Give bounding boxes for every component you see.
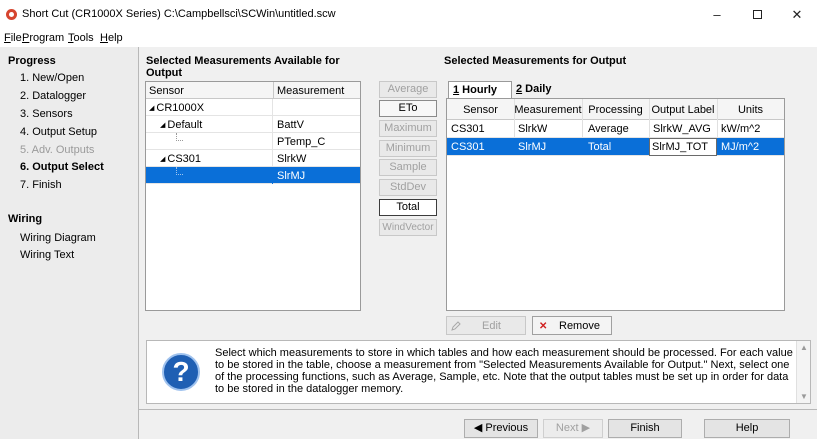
tree-header: Sensor Measurement: [146, 82, 360, 99]
tab-daily[interactable]: 2 Daily: [512, 81, 564, 98]
output-table[interactable]: Sensor Measurement Processing Output Lab…: [446, 98, 785, 311]
tree-row[interactable]: PTemp_C: [146, 133, 360, 150]
col-out-label: Output Label: [651, 104, 715, 116]
menu-tools[interactable]: Tools: [68, 32, 94, 44]
average-button: Average: [379, 81, 437, 98]
tree-connector: [176, 167, 183, 175]
menu-help[interactable]: Help: [100, 32, 123, 44]
windvector-button: WindVector: [379, 219, 437, 236]
scroll-up-icon[interactable]: ▲: [800, 343, 808, 352]
col-out-processing: Processing: [588, 104, 643, 116]
title-bar: Short Cut (CR1000X Series) C:\Campbellsc…: [0, 0, 817, 30]
step-datalogger[interactable]: 2. Datalogger: [20, 90, 86, 102]
col-out-units: Units: [737, 104, 764, 116]
expand-triangle-icon[interactable]: ◢: [149, 105, 154, 112]
available-title: Selected Measurements Available for Outp…: [146, 55, 340, 79]
col-sensor: Sensor: [149, 85, 184, 97]
remove-button[interactable]: ✕ Remove: [532, 316, 612, 335]
next-button: Next ▶: [543, 419, 603, 438]
edit-button: Edit: [446, 316, 526, 335]
tree-row[interactable]: ◢ CS301 SlrkW: [146, 150, 360, 167]
stddev-button: StdDev: [379, 179, 437, 196]
available-measurements-tree[interactable]: Sensor Measurement ◢ CR1000X ◢ Default Bat…: [145, 81, 361, 311]
total-button[interactable]: Total: [379, 199, 437, 216]
column-separator: [273, 82, 274, 99]
step-finish[interactable]: 7. Finish: [20, 179, 62, 191]
output-title: Selected Measurements for Output: [444, 55, 627, 67]
help-scrollbar[interactable]: ▲ ▼: [796, 341, 810, 403]
help-button[interactable]: Help: [704, 419, 790, 438]
pencil-icon: [451, 321, 461, 331]
step-output-setup[interactable]: 4. Output Setup: [20, 126, 97, 138]
col-out-measurement: Measurement: [514, 104, 582, 116]
menu-program[interactable]: Program: [22, 32, 64, 44]
window-title: Short Cut (CR1000X Series) C:\Campbellsc…: [22, 8, 336, 20]
output-label-edit-field[interactable]: SlrMJ_TOT: [649, 138, 717, 156]
tree-row[interactable]: ◢ CR1000X: [146, 99, 360, 116]
menu-bar: File Program Tools Help: [0, 30, 817, 47]
tree-row[interactable]: ◢ Default BattV: [146, 116, 360, 133]
tree-connector: [176, 133, 183, 141]
step-adv-outputs: 5. Adv. Outputs: [20, 144, 95, 156]
col-measurement: Measurement: [277, 85, 345, 97]
step-sensors[interactable]: 3. Sensors: [20, 108, 73, 120]
tree-row-selected[interactable]: SlrMJ: [146, 167, 360, 184]
help-text: Select which measurements to store in wh…: [215, 347, 793, 395]
remove-x-icon: ✕: [539, 321, 548, 332]
wiring-text-link[interactable]: Wiring Text: [20, 249, 74, 261]
expand-triangle-icon[interactable]: ◢: [160, 122, 165, 129]
close-button[interactable]: ✕: [777, 2, 817, 28]
scroll-down-icon[interactable]: ▼: [800, 392, 808, 401]
finish-button[interactable]: Finish: [608, 419, 682, 438]
question-mark-icon: ?: [162, 353, 200, 391]
col-out-sensor: Sensor: [463, 104, 498, 116]
expand-triangle-icon[interactable]: ◢: [160, 156, 165, 163]
step-new-open[interactable]: 1. New/Open: [20, 72, 84, 84]
eto-button[interactable]: ETo: [379, 100, 437, 117]
menu-file[interactable]: File: [4, 32, 22, 44]
output-table-header: Sensor Measurement Processing Output Lab…: [447, 99, 784, 120]
wiring-diagram-link[interactable]: Wiring Diagram: [20, 232, 96, 244]
progress-sidebar: Progress 1. New/Open 2. Datalogger 3. Se…: [0, 47, 138, 439]
progress-heading: Progress: [8, 55, 56, 67]
maximize-button[interactable]: [737, 2, 777, 28]
sample-button: Sample: [379, 159, 437, 176]
help-panel: ? Select which measurements to store in …: [146, 340, 811, 404]
previous-button[interactable]: ◀ Previous: [464, 419, 538, 438]
table-row[interactable]: CS301 SlrkW Average SlrkW_AVG kW/m^2: [447, 120, 784, 138]
minimum-button: Minimum: [379, 140, 437, 157]
minimize-button[interactable]: –: [697, 2, 737, 28]
app-icon: [6, 9, 17, 20]
tab-hourly[interactable]: 1 Hourly: [448, 81, 512, 98]
step-output-select[interactable]: 6. Output Select: [20, 161, 104, 173]
wiring-heading: Wiring: [8, 213, 43, 225]
maximum-button: Maximum: [379, 120, 437, 137]
table-row-selected[interactable]: CS301 SlrMJ Total SlrMJ_TOT MJ/m^2: [447, 138, 784, 156]
maximize-icon: [752, 10, 762, 20]
